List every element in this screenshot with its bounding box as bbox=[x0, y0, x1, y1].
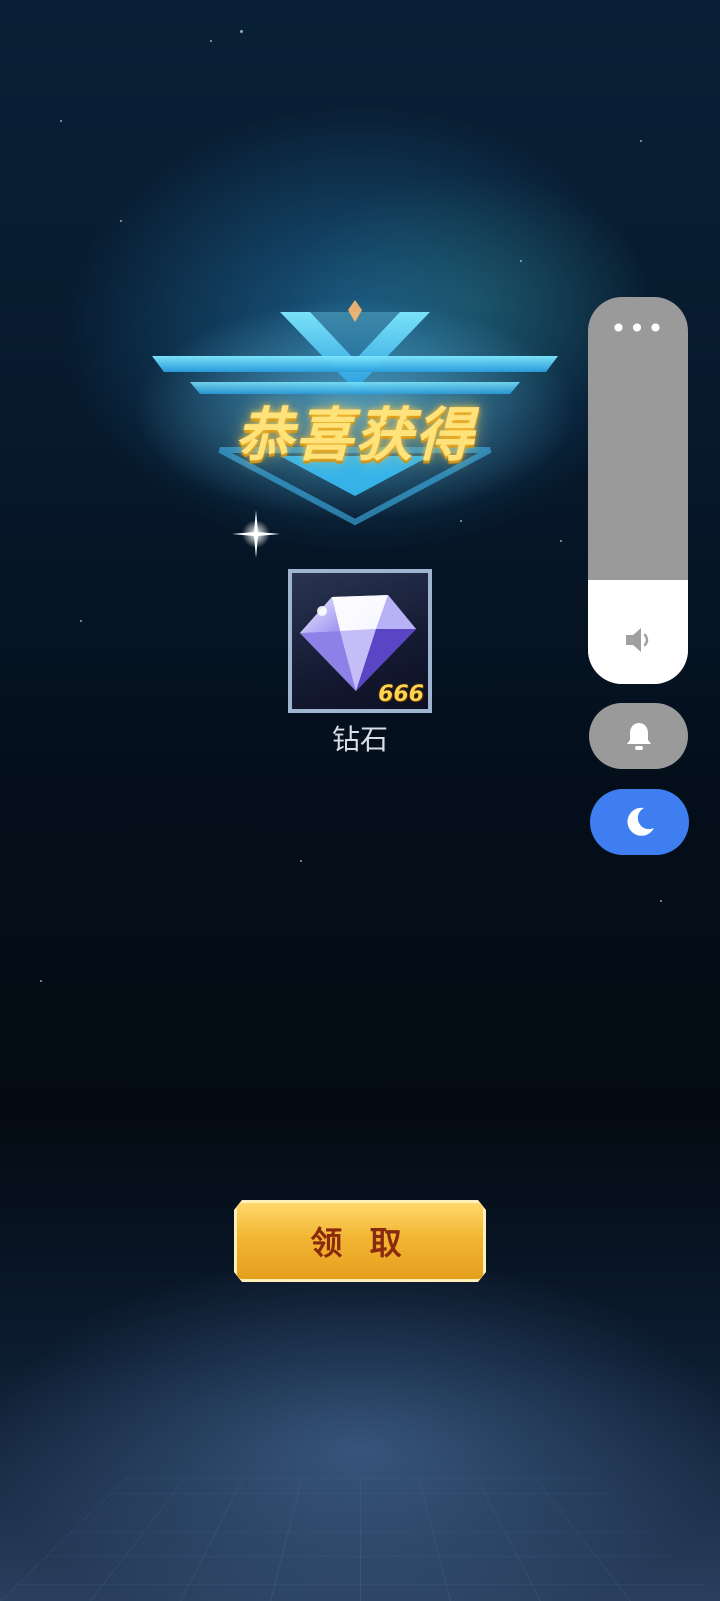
page-title: 恭喜获得 bbox=[234, 401, 475, 469]
moon-icon bbox=[626, 807, 654, 836]
claim-button-label: 领 取 bbox=[310, 1224, 410, 1262]
reward-screen: 恭喜获得 666 钻石 领 取 ••• bbox=[0, 0, 720, 1601]
ringer-toggle-button[interactable] bbox=[589, 703, 688, 769]
sparkle-icon bbox=[232, 510, 280, 558]
do-not-disturb-button[interactable] bbox=[590, 789, 689, 855]
reward-count: 666 bbox=[378, 682, 424, 707]
reward-item-tile[interactable]: 666 bbox=[288, 569, 432, 713]
volume-slider[interactable]: ••• bbox=[588, 297, 688, 684]
grid-floor bbox=[0, 1478, 720, 1601]
claim-button[interactable]: 领 取 bbox=[234, 1200, 486, 1282]
speaker-icon bbox=[626, 628, 649, 652]
more-options-icon[interactable]: ••• bbox=[588, 315, 688, 343]
bell-icon bbox=[626, 723, 651, 750]
reward-name: 钻石 bbox=[331, 723, 388, 756]
title-emblem: 恭喜获得 bbox=[130, 300, 580, 540]
